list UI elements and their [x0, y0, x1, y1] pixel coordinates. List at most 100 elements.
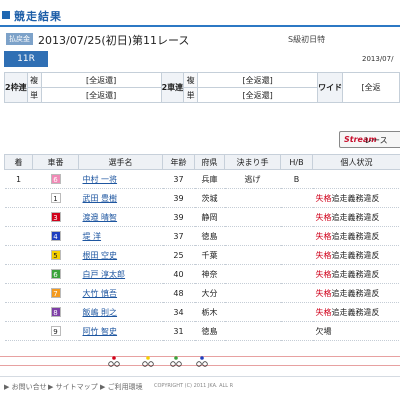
racer-name-link[interactable]: 阿竹 智史: [83, 327, 118, 336]
status-flag: 失格: [315, 269, 332, 279]
bet-value: [全返還]: [40, 72, 162, 88]
race-bar: 11R 2013/07/: [0, 51, 400, 67]
page-header: 競走結果: [0, 4, 400, 27]
name-cell: 大竹 慎吾: [78, 283, 163, 303]
table-row: 3 渡邉 晴智 39 静岡 失格追走義務違反: [4, 207, 400, 227]
col-number: 車番: [32, 154, 79, 170]
hb-cell: B: [280, 169, 313, 189]
rank-cell: 1: [4, 169, 33, 189]
cyclist-icon: [108, 356, 120, 367]
status-flag: 失格: [315, 250, 332, 260]
rank-cell: [4, 226, 33, 246]
header-rule: [0, 25, 400, 27]
hb-cell: [280, 245, 313, 265]
rank-cell: [4, 283, 33, 303]
status-detail: 追走義務違反: [331, 288, 380, 298]
racer-name-link[interactable]: 武田 豊樹: [83, 194, 118, 203]
name-cell: 飯嶋 則之: [78, 302, 163, 322]
table-row: 5 根田 空史 25 千葉 失格追走義務違反: [4, 245, 400, 265]
table-row: 6 白戸 淳太郎 40 神奈 失格追走義務違反: [4, 264, 400, 284]
name-cell: 阿竹 智史: [78, 321, 163, 341]
footer-link-sitemap[interactable]: ▶ サイトマップ: [48, 382, 98, 392]
age-cell: 34: [162, 302, 195, 322]
age-cell: 31: [162, 321, 195, 341]
bike-number-badge: 4: [50, 231, 61, 241]
bike-number-badge: 6: [50, 174, 61, 184]
racer-name-link[interactable]: 中村 一将: [83, 175, 118, 184]
pref-cell: 徳島: [194, 226, 225, 246]
footer-link-contact[interactable]: ▶ お問い合せ: [4, 382, 47, 392]
pref-cell: 千葉: [194, 245, 225, 265]
status-cell: 失格追走義務違反: [312, 226, 400, 246]
name-cell: 中村 一将: [78, 169, 163, 189]
racer-name-link[interactable]: 大竹 慎吾: [83, 289, 118, 298]
status-cell: 失格追走義務違反: [312, 283, 400, 303]
track-decoration: [0, 352, 400, 370]
racer-name-link[interactable]: 渡邉 晴智: [83, 213, 118, 222]
age-cell: 39: [162, 207, 195, 227]
status-cell: 失格追走義務違反: [312, 245, 400, 265]
bet-value: [全返: [342, 72, 400, 103]
number-cell: 1: [32, 188, 79, 208]
number-cell: 6: [32, 169, 79, 189]
number-cell: 9: [32, 321, 79, 341]
race-number-tab[interactable]: 11R: [4, 51, 48, 67]
bracket-label: 2枠連: [4, 72, 28, 103]
pref-cell: 兵庫: [194, 169, 225, 189]
age-cell: 39: [162, 188, 195, 208]
name-cell: 根田 空史: [78, 245, 163, 265]
footer-divider: [0, 376, 400, 377]
number-cell: 7: [32, 283, 79, 303]
page-title: 競走結果: [14, 10, 62, 23]
rank-cell: [4, 264, 33, 284]
footer-link-label: お問い合せ: [11, 383, 47, 391]
bet-subtype: 複: [183, 72, 199, 88]
race-video-button[interactable]: Stream レース: [339, 131, 400, 148]
pref-cell: 栃木: [194, 302, 225, 322]
quinella-label: 2車連: [160, 72, 185, 103]
hb-cell: [280, 188, 313, 208]
status-flag: 失格: [315, 231, 332, 241]
racer-name-link[interactable]: 根田 空史: [83, 251, 118, 260]
result-table: 着 車番 選手名 年齢 府県 決まり手 H/B 個人状況 1 6 中村 一将 37 兵庫…: [4, 154, 400, 341]
number-cell: 5: [32, 245, 79, 265]
status-detail: 追走義務違反: [331, 269, 380, 279]
hb-cell: [280, 207, 313, 227]
hb-cell: [280, 264, 313, 284]
status-flag: 欠場: [315, 326, 332, 336]
table-row: 9 阿竹 智史 31 徳島 欠場: [4, 321, 400, 341]
age-cell: 37: [162, 169, 195, 189]
bike-number-badge: 5: [50, 250, 61, 260]
bike-number-badge: 7: [50, 288, 61, 298]
name-cell: 白戸 淳太郎: [78, 264, 163, 284]
footer-link-environment[interactable]: ▶ ご利用環境: [100, 382, 143, 392]
bike-number-badge: 1: [50, 193, 61, 203]
hb-cell: [280, 226, 313, 246]
pref-cell: 神奈: [194, 264, 225, 284]
bet-subtype: 単: [26, 87, 42, 103]
status-flag: 失格: [315, 193, 332, 203]
rank-cell: [4, 302, 33, 322]
number-cell: 8: [32, 302, 79, 322]
kimarite-cell: [224, 321, 281, 341]
footer-link-label: サイトマップ: [55, 383, 98, 391]
racer-name-link[interactable]: 白戸 淳太郎: [83, 270, 126, 279]
footer-link-label: ご利用環境: [107, 383, 143, 391]
header-marker: [2, 11, 10, 19]
racer-name-link[interactable]: 堤 洋: [83, 232, 102, 241]
bike-number-badge: 8: [50, 307, 61, 317]
kimarite-cell: [224, 188, 281, 208]
copyright: COPYRIGHT (C) 2011 JKA. ALL R: [154, 383, 234, 389]
race-info: 払戻金 2013/07/25(初日)第11レース S級初日特: [0, 28, 400, 48]
status-detail: 追走義務違反: [331, 307, 380, 317]
table-row: 1 武田 豊樹 39 茨城 失格追走義務違反: [4, 188, 400, 208]
pref-cell: 徳島: [194, 321, 225, 341]
col-age: 年齢: [162, 154, 195, 170]
status-cell: 失格追走義務違反: [312, 302, 400, 322]
bet-subtype: 単: [183, 87, 199, 103]
racer-name-link[interactable]: 飯嶋 則之: [83, 308, 118, 317]
age-cell: 37: [162, 226, 195, 246]
cyclist-icon: [142, 356, 154, 367]
table-row: 4 堤 洋 37 徳島 失格追走義務違反: [4, 226, 400, 246]
bet-subtype: 複: [26, 72, 42, 88]
